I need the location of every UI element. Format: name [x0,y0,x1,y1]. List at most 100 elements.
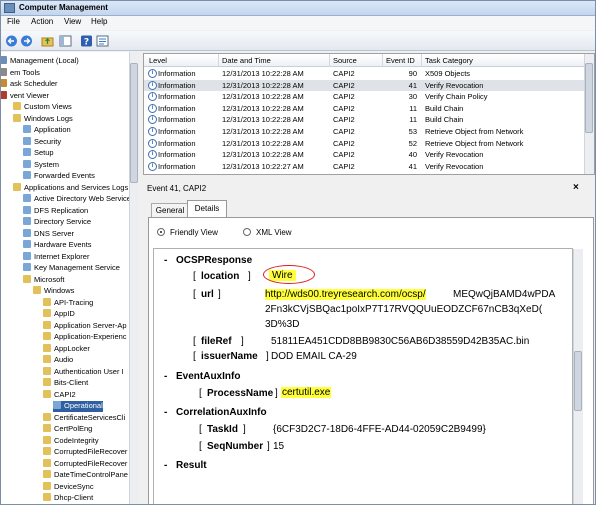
tree-item-label: Application [34,125,71,134]
menu-action[interactable]: Action [31,17,53,26]
table-row[interactable]: i Information 12/31/2013 10:22:28 AM CAPI2 4… [144,79,584,91]
tree-item[interactable]: Hardware Events [23,240,92,251]
tab-details[interactable]: Details [187,200,227,218]
properties-icon[interactable] [96,35,109,47]
tree-item[interactable]: ask Scheduler [1,79,58,90]
tree-item[interactable]: Dhcp-Client [43,493,93,504]
tree-item[interactable]: System [23,159,59,171]
tree-item[interactable]: Audio [43,355,73,366]
task-id-key: TaskId [207,424,238,435]
xml-view-radio[interactable] [243,228,251,236]
table-row[interactable]: i Information 12/31/2013 10:22:28 AM CAPI2 1… [144,114,584,125]
table-row[interactable]: i Information 12/31/2013 10:22:28 AM CAPI2 1… [144,103,584,114]
tree-item-label: ask Scheduler [10,79,58,88]
tree-item[interactable]: Custom Views [13,102,72,113]
tree-item[interactable]: Forwarded Events [23,171,95,182]
tree-item-label: Custom Views [24,102,72,111]
column-level[interactable]: Level [149,56,167,65]
table-row[interactable]: i Information 12/31/2013 10:22:28 AM CAPI2 9… [144,68,584,79]
tree-item-label: Audio [54,355,74,364]
table-row[interactable]: i Information 12/31/2013 10:22:28 AM CAPI2 4… [144,149,584,160]
tree-item[interactable]: CertPolEng [43,424,92,435]
tree-item[interactable]: Operational [53,401,103,412]
bracket-close: ] [275,388,278,399]
correlation-aux-info-header: CorrelationAuxInfo [176,407,267,418]
table-row[interactable]: i Information 12/31/2013 10:22:28 AM CAPI2 5… [144,126,584,137]
cell-category: Build Chain [425,115,464,125]
menu-view[interactable]: View [64,17,81,26]
tree-item-label: AppLocker [54,343,90,353]
tree-item[interactable]: CodeIntegrity [43,435,99,447]
back-arrow-icon[interactable] [5,35,18,47]
tree-scrollbar-thumb[interactable] [130,63,138,183]
bracket-close: ] [218,289,221,300]
collapse-toggle[interactable]: - [164,460,167,471]
forward-arrow-icon[interactable] [20,35,33,47]
tree-item[interactable]: CorruptedFileRecover [43,447,127,458]
cell-category: Build Chain [425,103,464,113]
tree-item[interactable]: DateTimeControlPane [43,470,128,481]
column-source[interactable]: Source [333,56,357,65]
column-date-time[interactable]: Date and Time [222,56,271,65]
details-scrollbar-thumb[interactable] [574,351,582,411]
cell-level: Information [158,150,196,160]
tree-item[interactable]: Application-Experienc [43,332,127,343]
tab-general[interactable]: General [151,203,189,217]
tree-item[interactable]: CAPI2 [43,389,76,401]
xml-view-label[interactable]: XML View [256,228,292,237]
tree-item[interactable]: DNS Server [23,228,75,240]
tree-item[interactable]: AppID [43,309,75,320]
table-row[interactable]: i Information 12/31/2013 10:22:28 AM CAPI2 5… [144,138,584,149]
tree-item[interactable]: Active Directory Web Services [23,194,135,205]
tree-item[interactable]: Security [23,136,61,148]
cell-level: Information [158,127,196,136]
tree-item[interactable]: Windows [33,286,74,297]
details-close-icon[interactable]: × [573,182,579,193]
tree-item-label: DeviceSync [54,481,94,491]
tree-item[interactable]: Applications and Services Logs [13,182,128,194]
tree-item[interactable]: AppLocker [43,343,90,355]
folder-icon [13,182,21,191]
cell-source: CAPI2 [333,92,355,102]
tree-item[interactable]: DeviceSync [43,481,94,493]
friendly-view-radio[interactable] [157,228,165,236]
help-icon[interactable]: ? [80,35,93,48]
table-row[interactable]: i Information 12/31/2013 10:22:28 AM CAPI2 3… [144,91,584,102]
tree-item[interactable]: em Tools [1,67,40,79]
column-task-category[interactable]: Task Category [425,56,473,65]
tree-item[interactable]: Directory Service [23,217,91,228]
tree-item[interactable]: Application [23,125,71,136]
bracket-open: [ [199,388,202,399]
tree-item[interactable]: Internet Explorer [23,251,89,263]
tree-item[interactable]: Windows Logs [13,113,73,125]
tree-item[interactable]: vent Viewer [1,90,49,102]
cell-source: CAPI2 [333,138,355,148]
collapse-toggle[interactable]: - [164,371,167,382]
column-event-id[interactable]: Event ID [386,56,415,65]
menu-file[interactable]: File [7,17,20,26]
tree-item[interactable]: DFS Replication [23,205,88,217]
tree-item[interactable]: Application Server-Ap [43,320,127,332]
collapse-toggle[interactable]: - [164,407,167,418]
tree-item[interactable]: CertificateServicesCli [43,412,125,424]
cell-datetime: 12/31/2013 10:22:27 AM [222,161,304,171]
tree-item-label: DNS Server [34,228,75,238]
tree-item[interactable]: Key Management Service [23,263,120,274]
bracket-close: ] [266,351,269,362]
tree-item[interactable]: CorruptedFileRecover [43,458,127,470]
tree-item[interactable]: Authentication User I [43,366,124,378]
tree-item[interactable]: Management (Local) [1,56,79,67]
information-icon: i [148,103,157,113]
menu-help[interactable]: Help [91,17,107,26]
friendly-view-label[interactable]: Friendly View [170,228,218,237]
table-row[interactable]: i Information 12/31/2013 10:22:27 AM CAPI2 4… [144,161,584,172]
tree-item[interactable]: Bits-Client [43,378,88,389]
tree-item[interactable]: Microsoft [23,274,64,286]
tree-item[interactable]: API-Tracing [43,297,93,309]
location-key: location [201,271,240,282]
up-folder-icon[interactable] [41,35,54,47]
collapse-toggle[interactable]: - [164,255,167,266]
tree-item[interactable]: Setup [23,148,54,159]
event-list-scrollbar-thumb[interactable] [585,63,593,133]
show-hide-tree-icon[interactable] [59,35,72,47]
